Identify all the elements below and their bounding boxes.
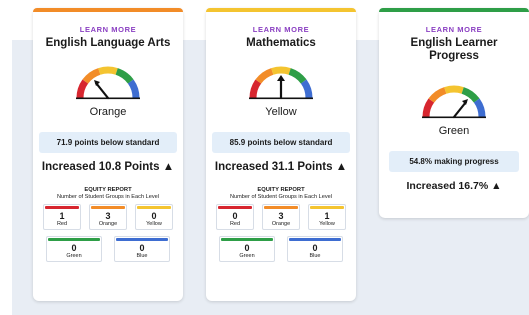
gauge-icon (249, 66, 313, 100)
change-text: Increased 31.1 Points ▲ (214, 161, 348, 173)
status-stripe (206, 8, 356, 12)
level-red: 1 Red (43, 204, 81, 230)
points-summary: 71.9 points below standard (39, 132, 177, 153)
level-orange: 3 Orange (262, 204, 300, 230)
card-english-learner-progress: LEARN MORE English Learner Progress Green… (379, 8, 529, 218)
status-stripe (379, 8, 529, 12)
level-green: 0 Green (46, 236, 102, 262)
learn-more-link[interactable]: LEARN MORE (379, 25, 529, 34)
level-blue: 0 Blue (114, 236, 170, 262)
equity-report-subtitle: Number of Student Groups in Each Level (230, 194, 332, 200)
equity-report-heading: EQUITY REPORT (84, 187, 132, 193)
card-title: English Learner Progress (410, 37, 498, 62)
gauge-icon (422, 85, 486, 119)
status-stripe (33, 8, 183, 12)
progress-summary: 54.8% making progress (389, 151, 519, 172)
equity-report-subtitle: Number of Student Groups in Each Level (57, 194, 159, 200)
change-text: Increased 10.8 Points ▲ (41, 161, 175, 173)
level-red: 0 Red (216, 204, 254, 230)
learn-more-link[interactable]: LEARN MORE (206, 25, 356, 34)
status-label: Green (438, 125, 470, 137)
level-blue: 0 Blue (287, 236, 343, 262)
card-math: LEARN MORE Mathematics Yellow 85.9 point… (206, 8, 356, 301)
level-orange: 3 Orange (89, 204, 127, 230)
status-label: Yellow (265, 106, 297, 118)
change-text: Increased 16.7% ▲ (406, 180, 502, 192)
status-label: Orange (89, 106, 127, 118)
gauge-icon (76, 66, 140, 100)
card-ela: LEARN MORE English Language Arts Orange … (33, 8, 183, 301)
learn-more-link[interactable]: LEARN MORE (33, 25, 183, 34)
level-yellow: 1 Yellow (308, 204, 346, 230)
equity-report-heading: EQUITY REPORT (257, 187, 305, 193)
points-summary: 85.9 points below standard (212, 132, 350, 153)
card-title: Mathematics (246, 37, 316, 49)
level-green: 0 Green (219, 236, 275, 262)
card-title: English Language Arts (45, 37, 171, 49)
level-yellow: 0 Yellow (135, 204, 173, 230)
